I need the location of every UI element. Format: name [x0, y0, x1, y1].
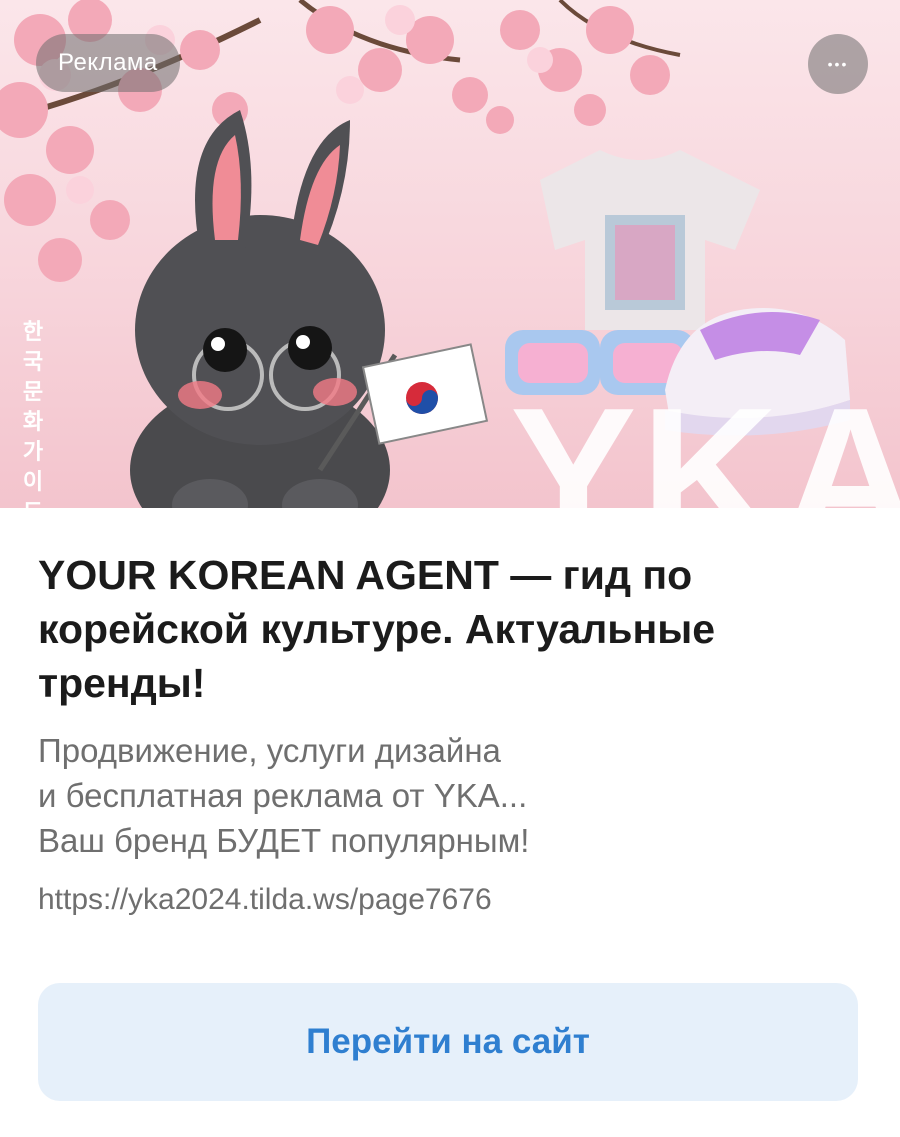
ad-badge: Реклама — [36, 34, 180, 92]
ad-hero-image[interactable]: YKA 한국문화가이드 Реклама ••• — [0, 0, 900, 508]
ad-content: YOUR KOREAN AGENT — гид по корейской кул… — [38, 548, 868, 917]
tshirt-product — [540, 150, 760, 330]
ad-card[interactable]: YKA 한국문화가이드 Реклама ••• YOUR KOREAN AGEN… — [0, 0, 900, 1137]
bunny-mascot — [130, 110, 390, 508]
ad-link-url[interactable]: https://yka2024.tilda.ws/page7676 — [38, 883, 868, 917]
ad-headline[interactable]: YOUR KOREAN AGENT — гид по корейской кул… — [38, 548, 868, 710]
hero-watermark: YKA — [510, 369, 900, 508]
hero-side-text: 한국문화가이드 — [22, 320, 44, 508]
more-horizontal-icon: ••• — [827, 56, 849, 72]
visit-site-button[interactable]: Перейти на сайт — [38, 983, 858, 1101]
ad-description: Продвижение, услуги дизайна и бесплатная… — [38, 732, 530, 859]
more-options-button[interactable]: ••• — [808, 34, 868, 94]
